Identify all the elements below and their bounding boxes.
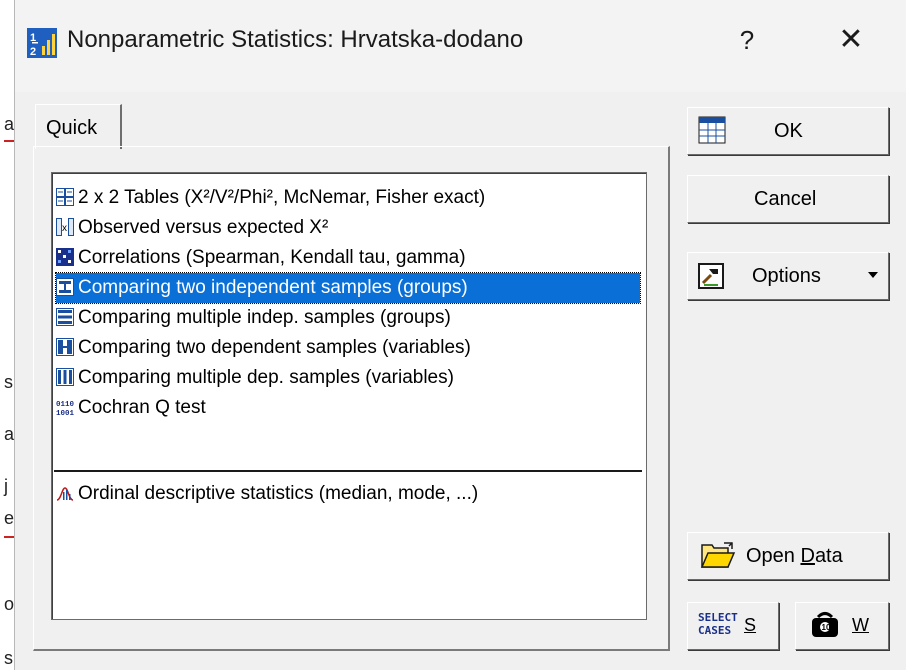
list-item-cochran-q[interactable]: 0110 1001 Cochran Q test — [56, 393, 640, 423]
correlation-matrix-icon — [56, 248, 74, 266]
distribution-chart-icon — [56, 487, 74, 501]
ok-label: OK — [774, 120, 803, 142]
observed-expected-icon: x — [56, 218, 74, 236]
two-dependent-icon — [56, 338, 74, 356]
background-glyph: e — [4, 508, 15, 528]
list-item-label: 2 x 2 Tables (X²/V²/Phi², McNemar, Fishe… — [78, 187, 486, 208]
weights-shortcut: W — [852, 615, 869, 635]
svg-text:x: x — [62, 223, 67, 234]
analysis-listbox[interactable]: 2 x 2 Tables (X²/V²/Phi², McNemar, Fishe… — [51, 172, 647, 620]
background-glyph: s — [4, 372, 13, 392]
list-item-label: Comparing two dependent samples (variabl… — [78, 337, 471, 358]
select-cases-button[interactable]: SELECT CASES S — [687, 602, 779, 650]
title-bar: 1 2 Nonparametric Statistics: Hrvatska-d… — [15, 0, 906, 92]
list-item-observed-expected[interactable]: x Observed versus expected X² — [56, 213, 640, 243]
svg-text:2: 2 — [30, 46, 36, 58]
help-button[interactable]: ? — [727, 20, 767, 60]
background-glyph: a — [4, 424, 15, 444]
list-item-label: Cochran Q test — [78, 397, 206, 418]
list-item-label: Comparing multiple indep. samples (group… — [78, 307, 451, 328]
open-data-button[interactable]: Open Data — [687, 532, 889, 580]
background-glyph: s — [4, 648, 13, 668]
svg-text:0110: 0110 — [56, 401, 74, 409]
tab-quick-label: Quick — [46, 117, 98, 139]
open-data-label: Open Data — [746, 545, 843, 567]
two-groups-icon — [56, 278, 74, 296]
svg-text:1001: 1001 — [56, 410, 74, 416]
options-label: Options — [752, 265, 821, 287]
list-item-label: Comparing two independent samples (group… — [78, 277, 468, 298]
list-separator — [54, 470, 642, 472]
multiple-dependent-icon — [56, 368, 74, 386]
ok-button[interactable]: OK — [687, 107, 889, 155]
folder-open-icon — [700, 542, 736, 568]
spreadsheet-icon — [698, 116, 726, 144]
list-item-multiple-dependent-samples[interactable]: Comparing multiple dep. samples (variabl… — [56, 363, 640, 393]
weight-icon: 10 — [812, 612, 838, 637]
list-item-2x2-tables[interactable]: 2 x 2 Tables (X²/V²/Phi², McNemar, Fishe… — [56, 183, 640, 213]
list-item-correlations[interactable]: Correlations (Spearman, Kendall tau, gam… — [56, 243, 640, 273]
select-cases-icon: SELECT CASES — [698, 611, 738, 637]
list-item-label: Observed versus expected X² — [78, 217, 329, 238]
background-glyph: o — [4, 594, 15, 614]
options-button[interactable]: Options — [687, 252, 889, 300]
list-item-label: Ordinal descriptive statistics (median, … — [78, 483, 479, 504]
list-item-label: Correlations (Spearman, Kendall tau, gam… — [78, 247, 466, 268]
window-title: Nonparametric Statistics: Hrvatska-dodan… — [67, 26, 524, 53]
list-item-ordinal-descriptives[interactable]: Ordinal descriptive statistics (median, … — [56, 479, 640, 509]
statistica-app-icon: 1 2 — [27, 28, 57, 58]
list-item-label: Comparing multiple dep. samples (variabl… — [78, 367, 454, 388]
nonparametric-statistics-dialog: 1 2 Nonparametric Statistics: Hrvatska-d… — [14, 0, 906, 670]
select-cases-shortcut: S — [744, 615, 757, 635]
cancel-button[interactable]: Cancel — [687, 175, 889, 223]
table-grid-icon — [56, 188, 74, 206]
binary-data-icon: 0110 1001 — [56, 401, 74, 416]
tab-quick[interactable]: Quick — [35, 104, 122, 149]
close-button[interactable]: ✕ — [827, 20, 875, 60]
list-item-two-dependent-samples[interactable]: Comparing two dependent samples (variabl… — [56, 333, 640, 363]
background-glyph: j — [4, 476, 8, 496]
weights-button[interactable]: 10 W — [795, 602, 889, 650]
list-item-two-independent-samples[interactable]: Comparing two independent samples (group… — [55, 272, 641, 304]
svg-text:10: 10 — [822, 623, 831, 632]
options-tool-icon — [698, 263, 724, 289]
chevron-down-icon — [868, 272, 878, 278]
cancel-label: Cancel — [754, 188, 817, 210]
background-glyph: a — [4, 114, 15, 134]
list-item-multiple-independent-samples[interactable]: Comparing multiple indep. samples (group… — [56, 303, 640, 333]
multiple-groups-icon — [56, 308, 74, 326]
